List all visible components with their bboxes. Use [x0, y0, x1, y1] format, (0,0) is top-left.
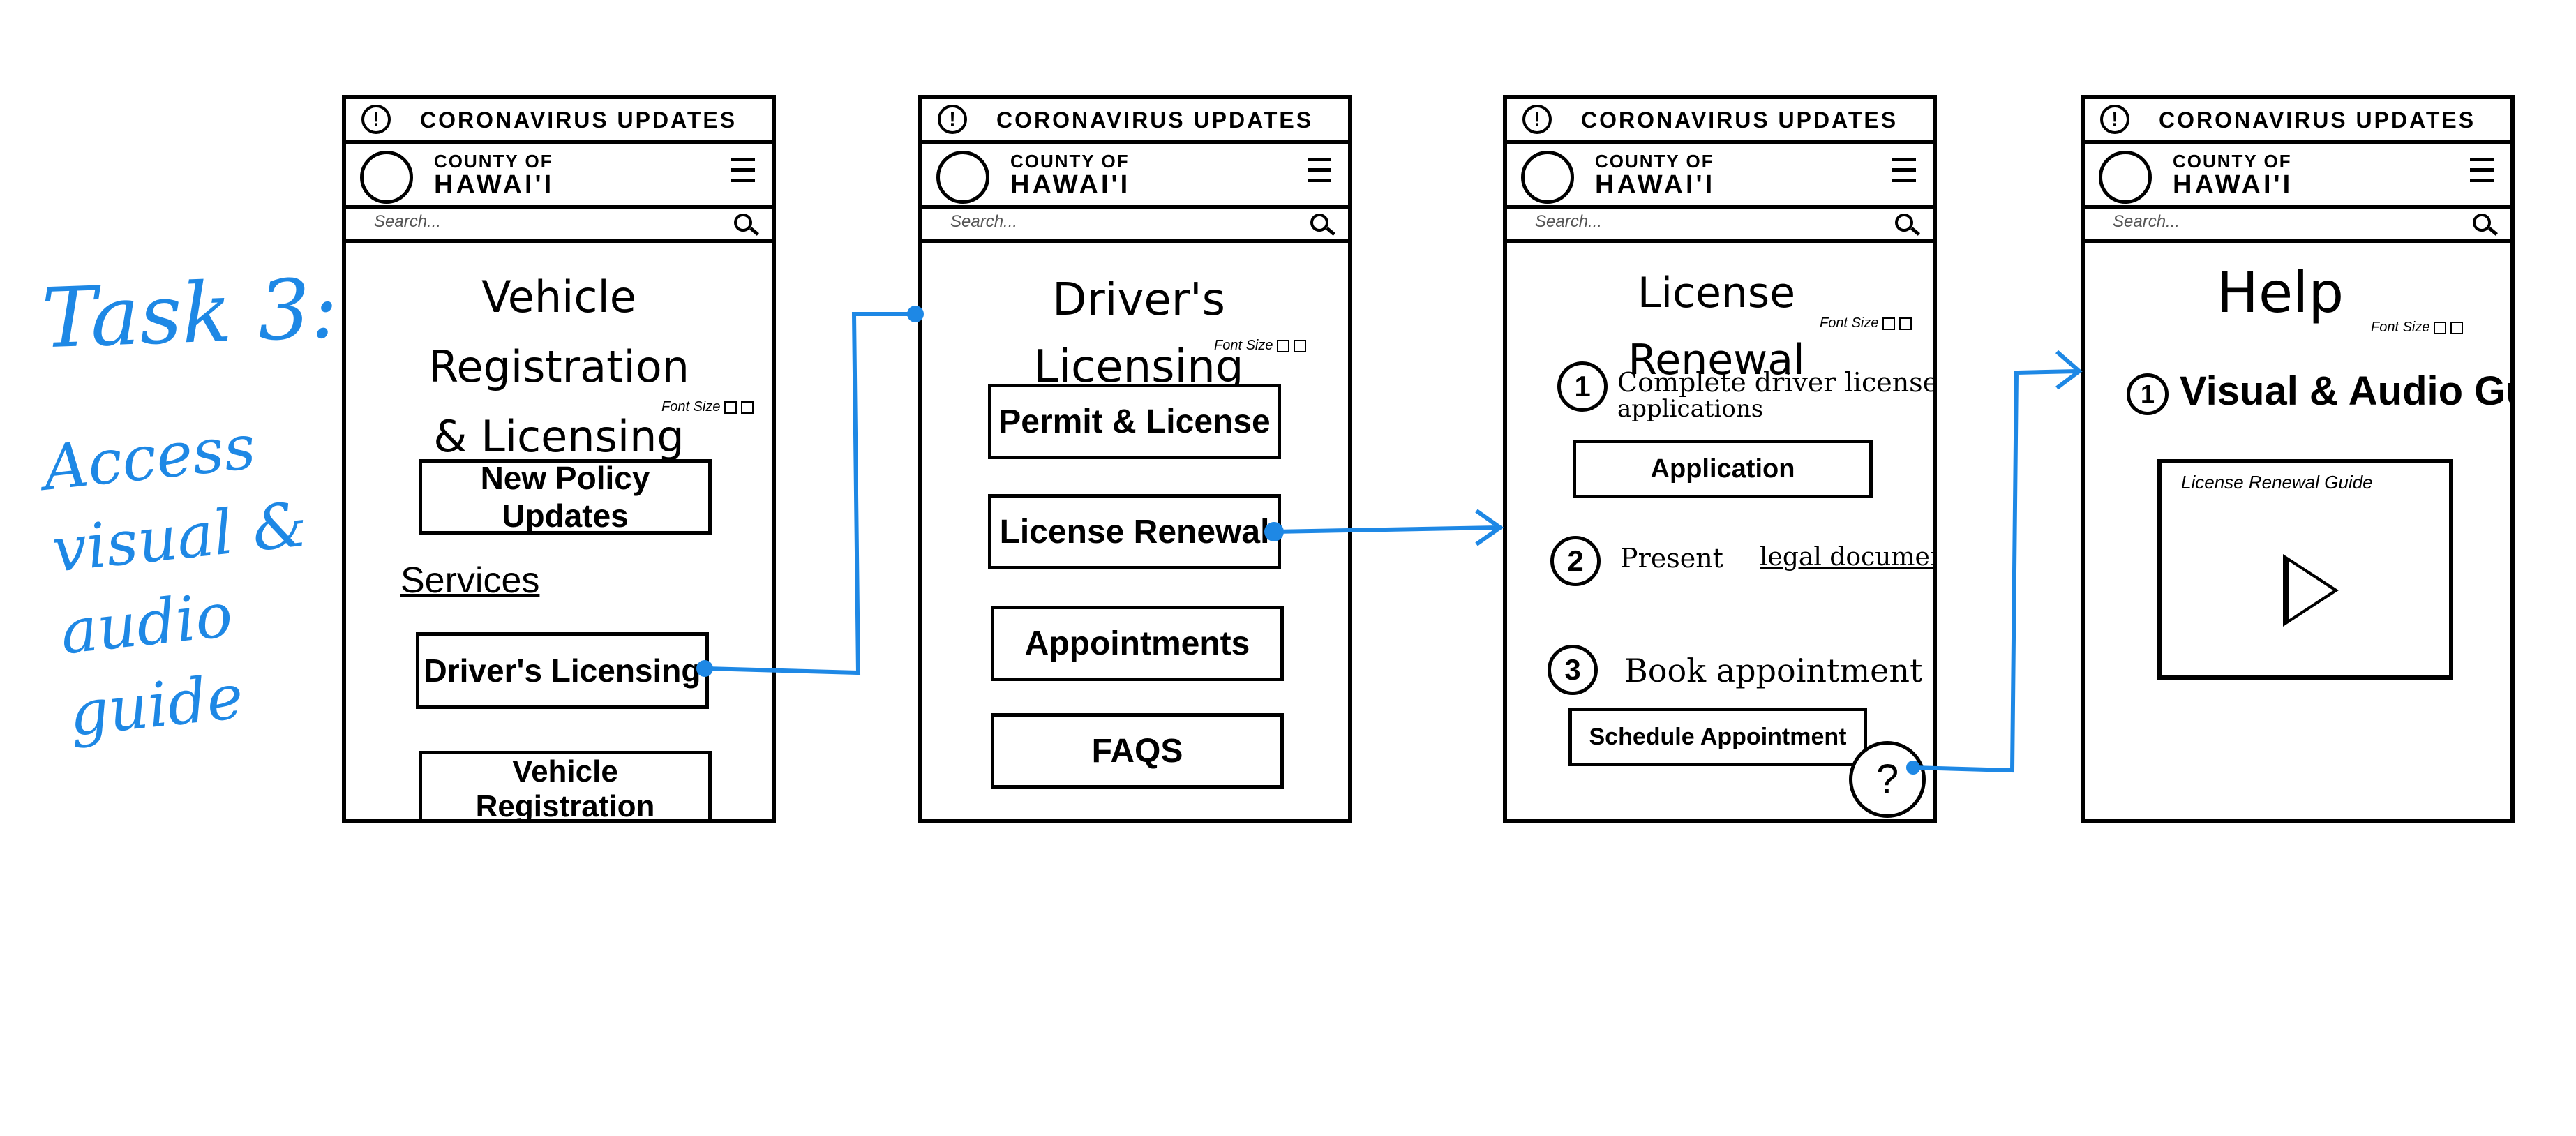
- flow-arrow-1: [704, 312, 915, 675]
- flow-dot-3: [1906, 761, 1920, 775]
- flow-dot-2: [1264, 522, 1284, 541]
- flow-arrow-3: [1912, 369, 2079, 773]
- flow-dot-1: [696, 660, 713, 677]
- flow-arrows: [696, 306, 2083, 775]
- flow-arrow-2: [1273, 525, 1498, 534]
- flow-dot-1-end: [907, 306, 924, 322]
